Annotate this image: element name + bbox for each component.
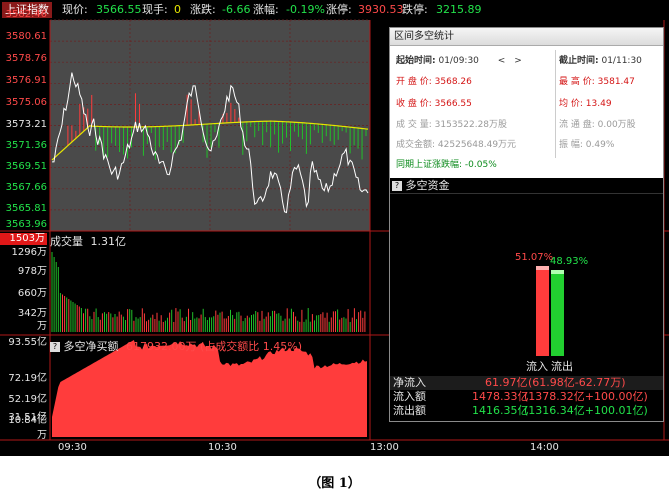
sync-label: 同期上证涨跌幅: (396, 160, 463, 170)
end-time-label: 截止时间: (559, 56, 599, 66)
help-icon[interactable]: ? (50, 342, 60, 352)
amount-label: 成交金额: (396, 140, 436, 150)
outflow-bar-label: 流出 (551, 360, 573, 373)
start-time-label: 起始时间: (396, 56, 436, 66)
outflow-amount-value: 1416.35亿 (472, 404, 529, 417)
outflow-amount-row: 流出额 1416.35亿 (1316.34亿+100.01亿) (390, 404, 663, 418)
interval-stats-panel: 区间多空统计 起始时间: 01/09:30 < > 截止时间: 01/11:30… (389, 27, 664, 422)
net-buy-area (52, 340, 367, 437)
price-axis-0: 3582.46 (5, 9, 47, 20)
time-label-1300: 13:00 (370, 442, 399, 453)
amp-row: 振 幅: 0.49% (559, 137, 614, 153)
price-axis-2: 3578.76 (5, 53, 47, 64)
nav-next-button[interactable]: > (514, 56, 522, 66)
float-label: 流 通 盘: (559, 120, 595, 130)
inflow-amount-label: 流入额 (393, 390, 426, 403)
price-axis-9: 3565.81 (5, 203, 47, 214)
inflow-amount-value: 1478.33亿 (472, 390, 529, 403)
net-inflow-label: 净流入 (393, 376, 426, 389)
nav-prev-button[interactable]: < (498, 56, 506, 66)
amp-value: 0.49% (585, 140, 615, 150)
inflow-amount-row: 流入额 1478.33亿 (1378.32亿+100.00亿) (390, 390, 663, 404)
net-inflow-detail: (61.98亿-62.77万) (528, 376, 626, 389)
outflow-bar (551, 269, 564, 356)
price-axis-6: 3571.36 (5, 140, 47, 151)
open-value: 3568.26 (434, 77, 472, 87)
price-axis-4: 3575.06 (5, 97, 47, 108)
panel-title: 区间多空统计 (390, 28, 663, 46)
inflow-pct: 51.07% (515, 252, 554, 263)
price-axis-8: 3567.66 (5, 182, 47, 193)
avg-value: 13.49 (585, 99, 612, 109)
netbuy-axis-0: 93.55亿 (8, 337, 47, 348)
end-time-value[interactable]: 01/11:30 (601, 56, 641, 66)
amount-row: 成交金额: 42525648.49万元 (396, 137, 516, 153)
start-time-row: 起始时间: 01/09:30 < > (396, 53, 522, 69)
netbuy-value: 617932.00万 (126, 340, 197, 353)
close-row: 收 盘 价: 3566.55 (396, 96, 472, 112)
outflow-amount-detail: (1316.34亿+100.01亿) (524, 404, 648, 417)
float-row: 流 通 盘: 0.00万股 (559, 117, 636, 133)
volume-title: 成交量 1.31亿 (50, 233, 126, 249)
vol-row: 成 交 量: 3153522.28万股 (396, 117, 507, 133)
volume-highlight: 1503万 (0, 233, 47, 245)
time-label-1030: 10:30 (208, 442, 237, 453)
volume-axis-4: 万 (37, 321, 47, 332)
net-inflow-value: 61.97亿 (485, 376, 528, 389)
volume-axis-3: 342万 (17, 308, 47, 319)
sync-row: 同期上证涨跌幅: -0.05% (396, 157, 497, 173)
open-row: 开 盘 价: 3568.26 (396, 74, 472, 90)
high-value: 3581.47 (597, 77, 635, 87)
volume-bars (51, 252, 366, 332)
sync-value: -0.05% (464, 160, 497, 170)
price-axis-3: 3576.91 (5, 75, 47, 86)
price-axis-1: 3580.61 (5, 31, 47, 42)
netbuy-axis-4: 10.84亿 (8, 415, 47, 426)
vol-value: 3153522.28万股 (434, 120, 508, 130)
net-inflow-row: 净流入 61.97亿 (61.98亿-62.77万) (390, 376, 663, 390)
inflow-amount-detail: (1378.32亿+100.00亿) (524, 390, 648, 403)
panel-divider (555, 50, 556, 158)
time-label-1400: 14:00 (530, 442, 559, 453)
time-label-0930: 09:30 (58, 442, 87, 453)
capital-flow-panel: ? 多空资金 51.07% 48.93% 流入 流出 净流入 61.97亿 (6… (390, 178, 663, 421)
amount-value: 42525648.49万元 (437, 140, 517, 150)
netbuy-axis-5: 万 (37, 430, 47, 441)
netbuy-title: 多空净买额 (63, 340, 119, 353)
vol-label: 成 交 量: (396, 120, 432, 130)
price-axis-5: 3573.21 (5, 119, 47, 130)
end-time-row: 截止时间: 01/11:30 (559, 53, 642, 69)
figure-caption: （图 1） (308, 476, 361, 491)
inflow-bar-label: 流入 (526, 360, 548, 373)
high-label: 最 高 价: (559, 77, 595, 87)
start-time-value[interactable]: 01/09:30 (438, 56, 478, 66)
volume-axis-2: 660万 (17, 288, 47, 299)
close-label: 收 盘 价: (396, 99, 432, 109)
avg-label: 均 价: (559, 99, 583, 109)
flow-help-icon[interactable]: ? (392, 181, 402, 191)
flow-title-bar: ? 多空资金 (390, 178, 663, 194)
outflow-amount-label: 流出额 (393, 404, 426, 417)
app-window: 上证指数 现价: 3566.55 现手: 0 涨跌: -6.66 涨幅: -0.… (0, 0, 669, 456)
netbuy-axis-2: 52.19亿 (8, 394, 47, 405)
outflow-pct: 48.93% (550, 255, 589, 267)
avg-row: 均 价: 13.49 (559, 96, 612, 112)
flow-title: 多空资金 (405, 179, 450, 192)
amp-label: 振 幅: (559, 140, 583, 150)
float-value: 0.00万股 (597, 120, 636, 130)
close-value: 3566.55 (434, 99, 472, 109)
netbuy-header: ? 多空净买额 617932.00万 (占成交额比 1.45%) (50, 338, 302, 354)
price-axis-7: 3569.51 (5, 161, 47, 172)
volume-total: 1.31亿 (90, 235, 127, 248)
volume-title-label: 成交量 (50, 235, 83, 248)
volume-axis-1: 978万 (17, 266, 47, 277)
volume-axis-0: 1296万 (11, 247, 47, 258)
inflow-bar (536, 266, 549, 356)
netbuy-ratio: (占成交额比 1.45%) (200, 340, 303, 353)
netbuy-axis-1: 72.19亿 (8, 373, 47, 384)
price-axis-10: 3563.96 (5, 219, 47, 230)
high-row: 最 高 价: 3581.47 (559, 74, 635, 90)
open-label: 开 盘 价: (396, 77, 432, 87)
